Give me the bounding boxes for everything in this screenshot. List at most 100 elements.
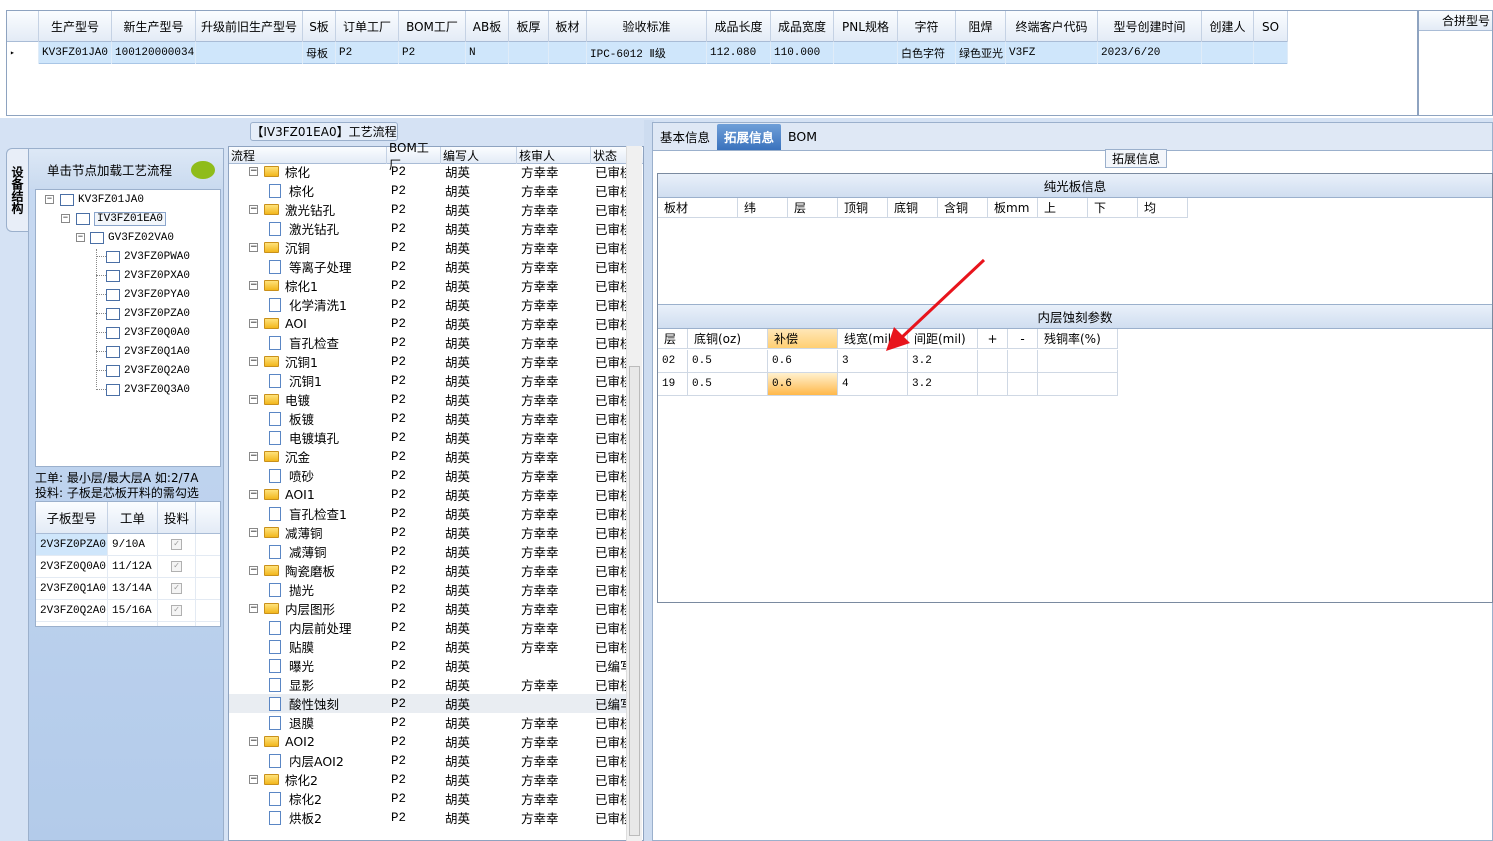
device-structure-tab[interactable]: 设备结构: [6, 148, 28, 232]
etch-row[interactable]: 19 0.5 0.6 4 3.2: [658, 373, 1118, 396]
process-row[interactable]: 激光钻孔 P2 胡英 方幸幸 已审核: [229, 219, 629, 238]
process-row[interactable]: 棕化2 P2 胡英 方幸幸 已审核: [229, 789, 629, 808]
etch-cell[interactable]: [1038, 373, 1118, 396]
process-row[interactable]: 曝光 P2 胡英 已编写: [229, 656, 629, 675]
sub-model-cell[interactable]: 2V3FZ0Q1A0: [36, 578, 108, 599]
process-row[interactable]: − 沉铜 P2 胡英 方幸幸 已审核: [229, 238, 629, 257]
cell[interactable]: 白色字符: [898, 42, 956, 64]
structure-tree[interactable]: KV3FZ01JA0 IV3FZ01EA0 GV3FZ02VA0 2V3FZ0PWA0…: [35, 189, 221, 467]
col-header[interactable]: 创建人: [1202, 11, 1254, 42]
process-row[interactable]: 烘板2 P2 胡英 方幸幸 已审核: [229, 808, 629, 827]
sub-model-cell[interactable]: 2V3FZ0Q3A0: [36, 622, 108, 626]
tree-node[interactable]: 2V3FZ0PYA0: [106, 285, 190, 304]
plain-col-header[interactable]: 纬: [738, 198, 788, 218]
col-header[interactable]: 型号创建时间: [1098, 11, 1202, 42]
process-row[interactable]: 电镀填孔 P2 胡英 方幸幸 已审核: [229, 428, 629, 447]
col-header[interactable]: 升级前旧生产型号: [196, 11, 303, 42]
cell[interactable]: 10012000003412: [112, 42, 196, 64]
sub-header[interactable]: 投料: [158, 502, 196, 533]
tab-1[interactable]: 拓展信息: [717, 123, 782, 150]
plain-col-header[interactable]: 底铜: [888, 198, 938, 218]
expand-toggle-icon[interactable]: −: [45, 195, 54, 204]
tree-node[interactable]: 2V3FZ0PWA0: [106, 247, 190, 266]
cell[interactable]: 110.000: [771, 42, 834, 64]
process-row[interactable]: 盲孔检查 P2 胡英 方幸幸 已审核: [229, 333, 629, 352]
col-header[interactable]: SO: [1254, 11, 1288, 42]
col-header[interactable]: 板材: [549, 11, 587, 42]
etch-col-header[interactable]: 底铜(oz): [688, 329, 768, 349]
col-header[interactable]: 板厚: [509, 11, 549, 42]
process-row[interactable]: 减薄铜 P2 胡英 方幸幸 已审核: [229, 542, 629, 561]
process-row[interactable]: 沉铜1 P2 胡英 方幸幸 已审核: [229, 371, 629, 390]
sub-model-cell[interactable]: 2V3FZ0Q0A0: [36, 556, 108, 577]
collapse-toggle-icon[interactable]: −: [249, 604, 258, 613]
process-row[interactable]: 抛光 P2 胡英 方幸幸 已审核: [229, 580, 629, 599]
process-row[interactable]: 喷砂 P2 胡英 方幸幸 已审核: [229, 466, 629, 485]
col-header[interactable]: 生产型号: [39, 11, 112, 42]
tree-node[interactable]: 2V3FZ0Q1A0: [106, 342, 190, 361]
process-row[interactable]: 盲孔检查1 P2 胡英 方幸幸 已审核: [229, 504, 629, 523]
process-scrollbar[interactable]: [626, 146, 642, 841]
process-row[interactable]: 等离子处理 P2 胡英 方幸幸 已审核: [229, 257, 629, 276]
etch-cell[interactable]: 0.6: [768, 350, 838, 373]
process-row[interactable]: − 棕化2 P2 胡英 方幸幸 已审核: [229, 770, 629, 789]
cell[interactable]: [1254, 42, 1288, 64]
process-row[interactable]: − AOI P2 胡英 方幸幸 已审核: [229, 314, 629, 333]
cell[interactable]: [509, 42, 549, 64]
collapse-toggle-icon[interactable]: −: [249, 395, 258, 404]
collapse-toggle-icon[interactable]: −: [249, 357, 258, 366]
collapse-toggle-icon[interactable]: −: [249, 243, 258, 252]
col-header[interactable]: 成品宽度: [771, 11, 834, 42]
tab-0[interactable]: 基本信息: [653, 124, 717, 150]
tree-node[interactable]: IV3FZ01EA0: [76, 209, 167, 228]
process-row[interactable]: − 沉金 P2 胡英 方幸幸 已审核: [229, 447, 629, 466]
tree-node[interactable]: 2V3FZ0PXA0: [106, 266, 190, 285]
tab-2[interactable]: BOM: [781, 124, 824, 150]
col-header[interactable]: 成品长度: [707, 11, 771, 42]
cell[interactable]: V3FZ: [1006, 42, 1098, 64]
plain-col-header[interactable]: 板材: [658, 198, 738, 218]
tree-node[interactable]: 2V3FZ0PZA0: [106, 304, 190, 323]
process-row[interactable]: 化学清洗1 P2 胡英 方幸幸 已审核: [229, 295, 629, 314]
etch-cell[interactable]: [1008, 350, 1038, 373]
process-row[interactable]: − 内层图形 P2 胡英 方幸幸 已审核: [229, 599, 629, 618]
feed-checkbox[interactable]: ✓: [171, 605, 182, 616]
process-row[interactable]: 贴膜 P2 胡英 方幸幸 已审核: [229, 637, 629, 656]
etch-cell[interactable]: 02: [658, 350, 688, 373]
process-row[interactable]: 显影 P2 胡英 方幸幸 已审核: [229, 675, 629, 694]
collapse-toggle-icon[interactable]: −: [249, 452, 258, 461]
cell[interactable]: 母板: [303, 42, 336, 64]
etch-cell[interactable]: 19: [658, 373, 688, 396]
sub-order-cell[interactable]: 15/16A: [108, 600, 158, 621]
collapse-toggle-icon[interactable]: −: [249, 281, 258, 290]
plain-col-header[interactable]: 顶铜: [838, 198, 888, 218]
cell[interactable]: 112.080: [707, 42, 771, 64]
tree-node[interactable]: 2V3FZ0Q0A0: [106, 323, 190, 342]
etch-col-header[interactable]: -: [1008, 329, 1038, 349]
process-row[interactable]: − 陶瓷磨板 P2 胡英 方幸幸 已审核: [229, 561, 629, 580]
tree-node[interactable]: 2V3FZ0Q2A0: [106, 361, 190, 380]
collapse-toggle-icon[interactable]: −: [249, 490, 258, 499]
col-header[interactable]: 阻焊: [956, 11, 1006, 42]
collapse-toggle-icon[interactable]: −: [249, 319, 258, 328]
col-header[interactable]: PNL规格: [834, 11, 898, 42]
col-header[interactable]: 新生产型号: [112, 11, 196, 42]
col-header[interactable]: BOM工厂: [399, 11, 466, 42]
etch-cell[interactable]: 0.6: [768, 373, 838, 396]
process-row[interactable]: − 棕化1 P2 胡英 方幸幸 已审核: [229, 276, 629, 295]
etch-col-header[interactable]: 补偿: [768, 329, 838, 349]
process-row[interactable]: 内层前处理 P2 胡英 方幸幸 已审核: [229, 618, 629, 637]
process-row[interactable]: − 减薄铜 P2 胡英 方幸幸 已审核: [229, 523, 629, 542]
cell[interactable]: 绿色亚光: [956, 42, 1006, 64]
sub-order-cell[interactable]: 9/10A: [108, 534, 158, 555]
etch-cell[interactable]: [978, 373, 1008, 396]
etch-cell[interactable]: 0.5: [688, 373, 768, 396]
model-grid-row[interactable]: ▸KV3FZ01JA010012000003412母板P2P2NIPC-6012…: [7, 42, 1288, 64]
sub-header[interactable]: 子板型号: [36, 502, 108, 533]
sub-board-row[interactable]: 2V3FZ0Q0A0 11/12A ✓: [36, 556, 220, 578]
plain-col-header[interactable]: 上: [1038, 198, 1088, 218]
etch-cell[interactable]: [1038, 350, 1118, 373]
sub-board-row[interactable]: 2V3FZ0Q2A0 15/16A ✓: [36, 600, 220, 622]
tree-node[interactable]: KV3FZ01JA0: [60, 190, 144, 209]
collapse-toggle-icon[interactable]: −: [249, 775, 258, 784]
